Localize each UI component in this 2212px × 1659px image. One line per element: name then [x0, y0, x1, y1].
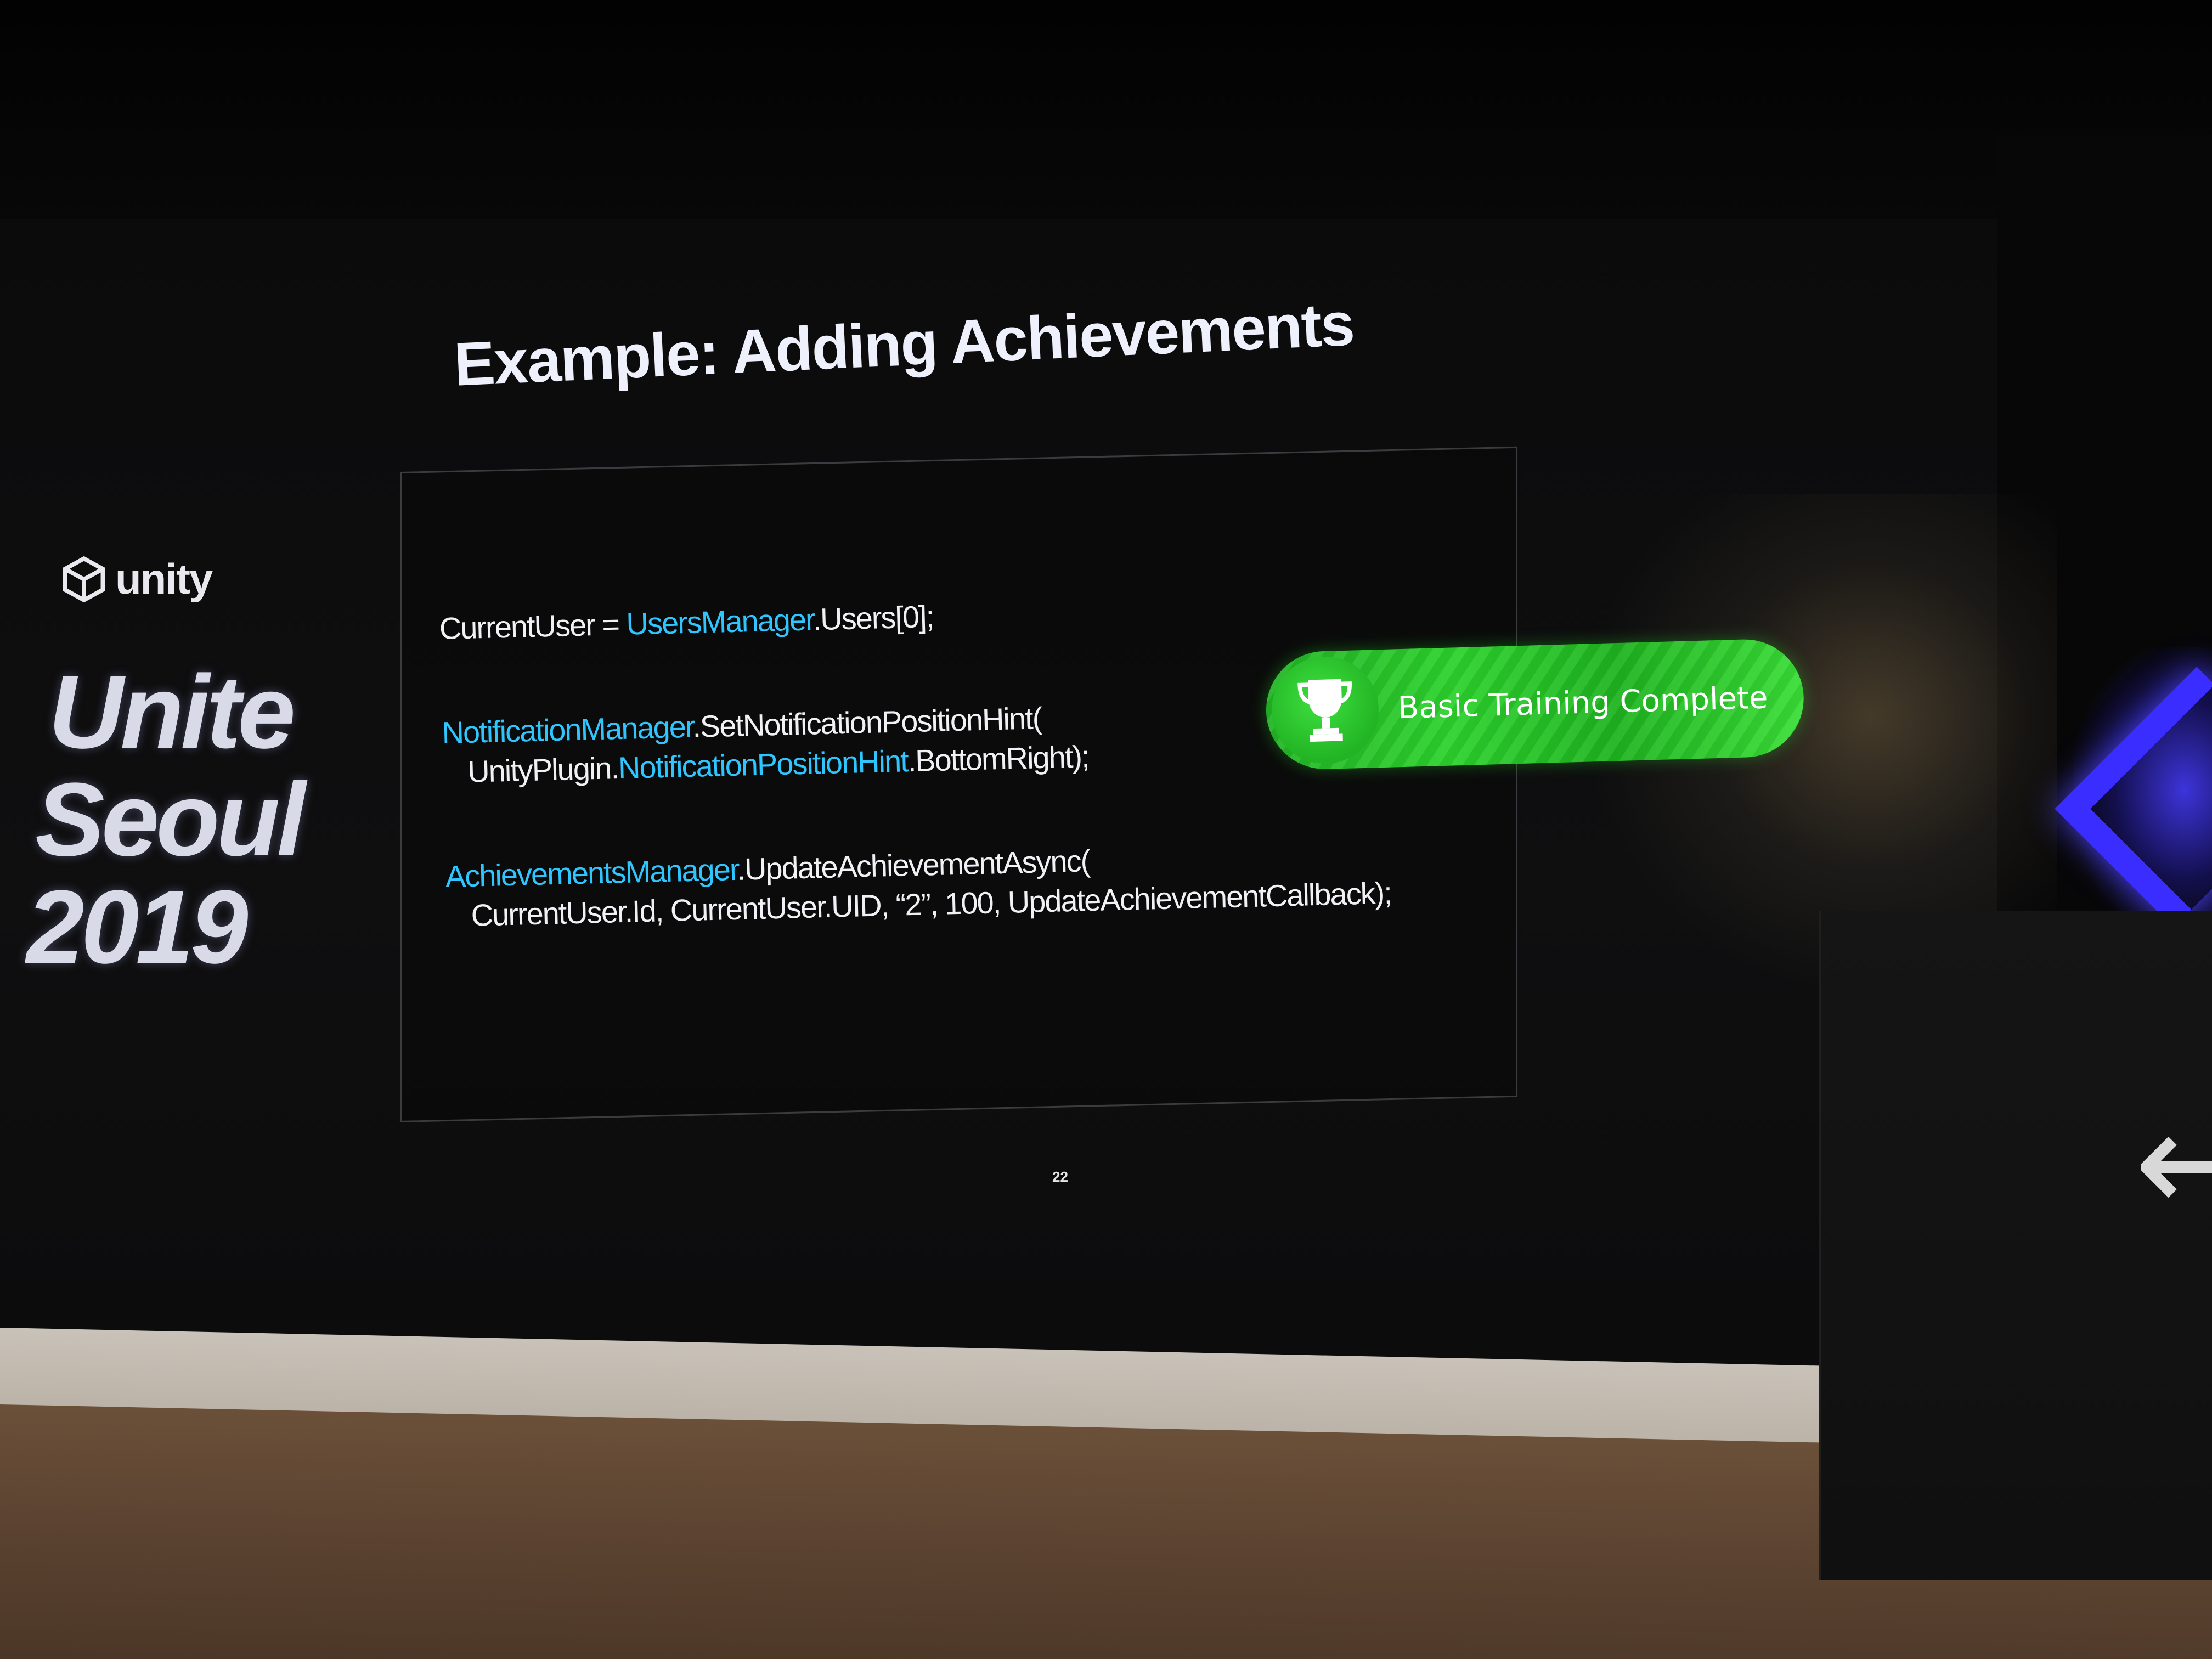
achievement-label: Basic Training Complete [1397, 680, 1769, 726]
code-text: .Users[0]; [812, 599, 934, 637]
brand-name: unity [115, 555, 213, 603]
trophy-badge [1270, 655, 1380, 765]
unity-cube-icon [63, 556, 105, 602]
code-class-name: AchievementsManager [445, 851, 738, 894]
ceiling [0, 0, 2212, 230]
code-class-name: NotificationManager [441, 709, 693, 750]
event-title-line-2: Seoul [35, 761, 306, 878]
code-text: .SetNotificationPositionHint( [692, 701, 1042, 744]
code-text: .UpdateAchievementAsync( [736, 843, 1091, 887]
event-title: Unite Seoul 2019 [26, 658, 312, 981]
code-text: CurrentUser = [439, 606, 627, 646]
code-text: .BottomRight); [907, 739, 1090, 778]
code-class-name: NotificationPositionHint [618, 743, 909, 786]
achievement-toast: Basic Training Complete [1265, 637, 1805, 771]
trophy-icon [1297, 679, 1352, 742]
code-block: CurrentUser = UsersManager.Users[0]; Not… [439, 586, 1392, 936]
event-title-line-3: 2019 [26, 869, 249, 985]
event-title-line-1: Unite [48, 654, 296, 770]
code-text: UnityPlugin. [467, 751, 619, 789]
code-class-name: UsersManager [625, 602, 814, 641]
conference-stage-scene: unity Unite Seoul 2019 Example: Adding A… [0, 0, 2212, 1659]
unity-brand: unity [60, 554, 213, 604]
arrow-left-icon: ← [2134, 1080, 2212, 1246]
slide-page-number: 22 [1052, 1169, 1068, 1185]
